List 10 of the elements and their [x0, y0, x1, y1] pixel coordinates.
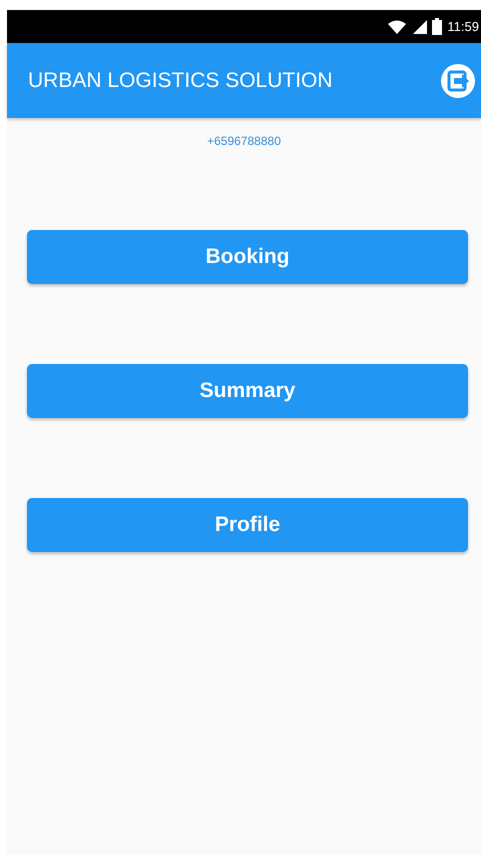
wifi-icon	[388, 20, 408, 34]
logout-icon[interactable]	[440, 62, 476, 98]
signal-icon	[413, 20, 428, 34]
phone-number: +6596788880	[207, 134, 281, 148]
status-time: 11:59	[447, 19, 479, 34]
profile-button[interactable]: Profile	[27, 498, 468, 552]
app-title: URBAN LOGISTICS SOLUTION	[28, 68, 333, 92]
summary-button[interactable]: Summary	[27, 364, 468, 418]
battery-icon	[432, 18, 442, 35]
booking-button[interactable]: Booking	[27, 230, 468, 284]
